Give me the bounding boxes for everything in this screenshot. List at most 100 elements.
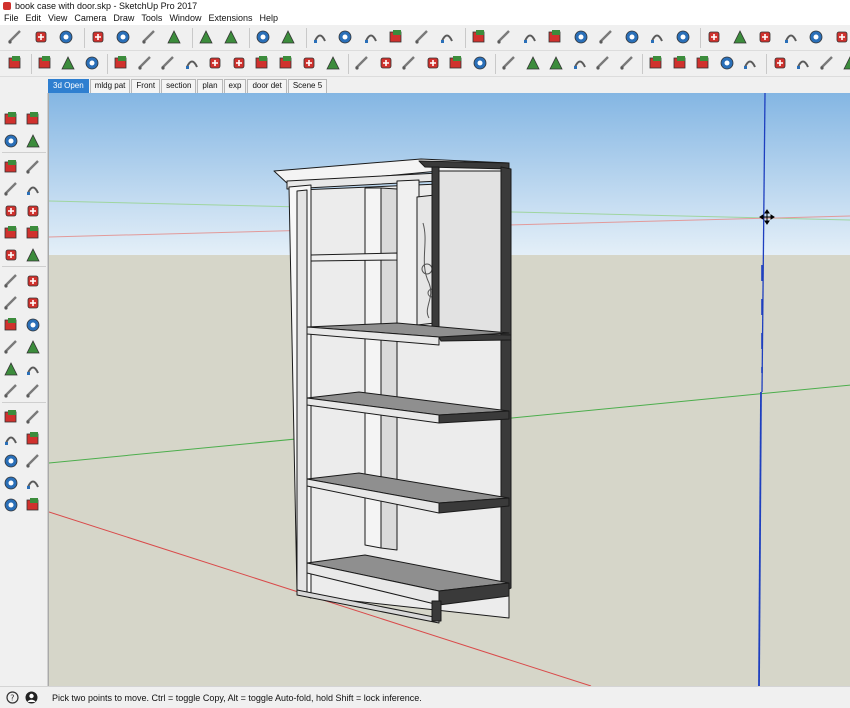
add-detail-button[interactable]: [794, 55, 812, 73]
section-plane-tool-button[interactable]: [24, 497, 42, 515]
get-models-button[interactable]: [6, 29, 24, 47]
tape-measure-button[interactable]: [500, 55, 518, 73]
walk-tool-button[interactable]: [2, 497, 20, 515]
flip-edge-button[interactable]: [818, 55, 836, 73]
hidden-line-button[interactable]: [782, 29, 800, 47]
scene-tab-plan[interactable]: plan: [197, 79, 223, 93]
look-around-button[interactable]: [648, 29, 666, 47]
section-plane-button[interactable]: [647, 55, 665, 73]
orbit-tool-button[interactable]: [2, 409, 20, 427]
front-view-button[interactable]: [362, 29, 380, 47]
pie-button[interactable]: [324, 55, 342, 73]
open-button[interactable]: [32, 29, 50, 47]
orbit-button[interactable]: [470, 29, 488, 47]
line-tool-button[interactable]: [2, 159, 20, 177]
menu-help[interactable]: Help: [257, 13, 283, 23]
dimension-button[interactable]: [524, 55, 542, 73]
rotated-rectangle-tool-button[interactable]: [24, 181, 42, 199]
scene-tab-scene-5[interactable]: Scene 5: [287, 79, 328, 93]
paste-button[interactable]: [140, 29, 158, 47]
right-view-button[interactable]: [387, 29, 405, 47]
menu-extensions[interactable]: Extensions: [206, 13, 257, 23]
eraser-button[interactable]: [59, 55, 77, 73]
iso-view-button[interactable]: [311, 29, 329, 47]
menu-draw[interactable]: Draw: [111, 13, 139, 23]
push-pull-tool-button[interactable]: [24, 273, 42, 291]
protractor-button[interactable]: [547, 55, 565, 73]
left-view-button[interactable]: [438, 29, 456, 47]
offset-tool-button[interactable]: [24, 317, 42, 335]
bookcase-model[interactable]: [273, 158, 512, 624]
select-tool-button[interactable]: [2, 111, 20, 129]
paint-bucket-tool-button[interactable]: [2, 133, 20, 151]
menu-view[interactable]: View: [46, 13, 72, 23]
scale-tool-button[interactable]: [2, 317, 20, 335]
paint-bucket-button[interactable]: [83, 55, 101, 73]
walk-button[interactable]: [674, 29, 692, 47]
circle-tool-button[interactable]: [2, 203, 20, 221]
arc-button[interactable]: [253, 55, 271, 73]
shaded-button[interactable]: [807, 29, 825, 47]
follow-me-button[interactable]: [424, 55, 442, 73]
shaded-textures-button[interactable]: [833, 29, 850, 47]
follow-me-tool-button[interactable]: [24, 295, 42, 313]
scene-tab-door-det[interactable]: door det: [247, 79, 287, 93]
zoom-extents-button[interactable]: [572, 29, 590, 47]
scale-button[interactable]: [447, 55, 465, 73]
print-button[interactable]: [254, 29, 272, 47]
move-button[interactable]: [353, 55, 371, 73]
back-edges-button[interactable]: [731, 29, 749, 47]
xray-button[interactable]: [705, 29, 723, 47]
text-button[interactable]: [571, 55, 589, 73]
polygon-tool-button[interactable]: [24, 203, 42, 221]
freehand-button[interactable]: [136, 55, 154, 73]
help-icon[interactable]: ?: [6, 691, 19, 704]
two-point-arc-tool-button[interactable]: [24, 225, 42, 243]
zoom-tool-button[interactable]: [2, 431, 20, 449]
zoom-button[interactable]: [521, 29, 539, 47]
viewport-canvas[interactable]: [49, 93, 850, 686]
rectangle-tool-button[interactable]: [2, 181, 20, 199]
zoom-window-tool-button[interactable]: [24, 431, 42, 449]
menu-file[interactable]: File: [2, 13, 24, 23]
three-point-arc-tool-button[interactable]: [2, 247, 20, 265]
sandbox-from-contours-button[interactable]: [671, 55, 689, 73]
save-button[interactable]: [57, 29, 75, 47]
rotate-tool-button[interactable]: [2, 295, 20, 313]
position-camera-button[interactable]: [623, 29, 641, 47]
redo-button[interactable]: [222, 29, 240, 47]
rotate-button[interactable]: [400, 55, 418, 73]
previous-view-button[interactable]: [597, 29, 615, 47]
undo-button[interactable]: [197, 29, 215, 47]
push-pull-button[interactable]: [377, 55, 395, 73]
erase-button[interactable]: [165, 29, 183, 47]
section-display-button[interactable]: [841, 55, 850, 73]
zoom-extents-tool-button[interactable]: [2, 453, 20, 471]
polygon-button[interactable]: [230, 55, 248, 73]
dimension-tool-button[interactable]: [24, 339, 42, 357]
position-camera-tool-button[interactable]: [2, 475, 20, 493]
eraser-tool-button[interactable]: [24, 133, 42, 151]
pan-button[interactable]: [495, 29, 513, 47]
three-point-arc-button[interactable]: [300, 55, 318, 73]
scene-tab-section[interactable]: section: [161, 79, 197, 93]
top-view-button[interactable]: [336, 29, 354, 47]
menu-edit[interactable]: Edit: [24, 13, 47, 23]
model-viewport[interactable]: [48, 93, 850, 686]
back-view-button[interactable]: [413, 29, 431, 47]
stamp-button[interactable]: [741, 55, 759, 73]
circle-button[interactable]: [206, 55, 224, 73]
rotated-rectangle-button[interactable]: [183, 55, 201, 73]
axes-button[interactable]: [594, 55, 612, 73]
freehand-tool-button[interactable]: [24, 159, 42, 177]
scene-tab-front[interactable]: Front: [131, 79, 161, 93]
3d-text-tool-button[interactable]: [24, 383, 42, 401]
drape-button[interactable]: [771, 55, 789, 73]
offset-button[interactable]: [471, 55, 489, 73]
copy-button[interactable]: [114, 29, 132, 47]
sandbox-scratch-button[interactable]: [694, 55, 712, 73]
arc-tool-button[interactable]: [2, 225, 20, 243]
model-info-button[interactable]: [279, 29, 297, 47]
protractor-tool-button[interactable]: [2, 361, 20, 379]
make-component-button[interactable]: [36, 55, 54, 73]
